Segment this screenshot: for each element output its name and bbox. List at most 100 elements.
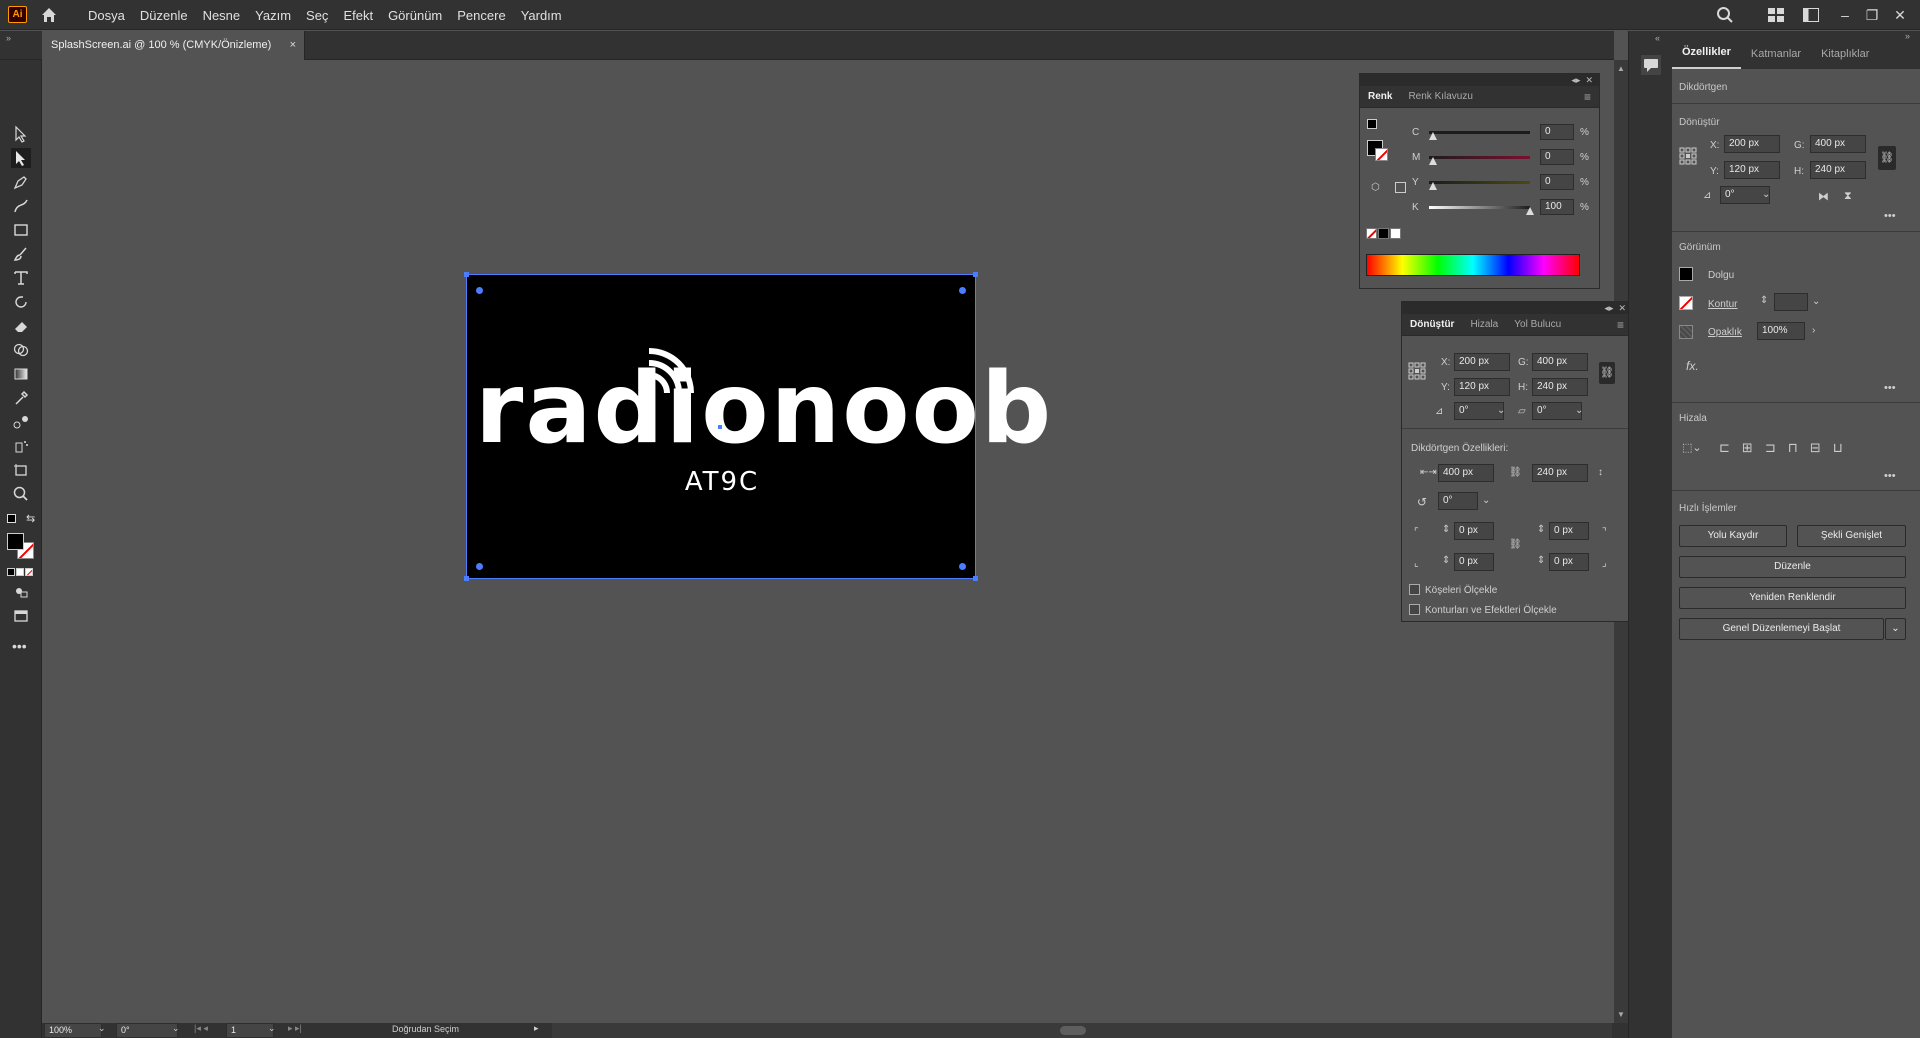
width-input[interactable]: 400 px [1532, 353, 1588, 371]
align-left-icon[interactable]: ⊏ [1719, 440, 1730, 456]
yellow-input[interactable]: 0 [1540, 174, 1574, 190]
properties-reference-point-icon[interactable] [1679, 147, 1697, 165]
search-icon[interactable] [1716, 6, 1734, 24]
anchor-point[interactable] [973, 576, 978, 581]
direct-selection-tool-icon[interactable] [11, 148, 31, 168]
stroke-weight-input[interactable] [1774, 293, 1808, 311]
artboard-number-input[interactable]: 1 [226, 1023, 274, 1038]
next-artboard-icon[interactable]: ▸ ▸| [288, 1023, 302, 1034]
global-edit-dropdown-icon[interactable]: ⌄ [1885, 618, 1906, 640]
scroll-thumb[interactable] [1060, 1026, 1086, 1035]
tab-hizala[interactable]: Hizala [1462, 319, 1506, 330]
y-input[interactable]: 120 px [1454, 378, 1510, 396]
artboard-dropdown-icon[interactable]: ⌄ [268, 1023, 276, 1034]
align-to-dropdown-icon[interactable]: ⬚⌄ [1682, 441, 1702, 454]
prop-constrain-icon[interactable]: ⛓ [1878, 146, 1896, 170]
menu-item-efekt[interactable]: Efekt [343, 8, 373, 23]
comments-icon[interactable] [1641, 55, 1661, 75]
align-right-icon[interactable]: ⊐ [1765, 440, 1776, 456]
offset-path-button[interactable]: Yolu Kaydır [1679, 525, 1787, 547]
gradient-tool-icon[interactable] [11, 364, 31, 384]
swap-colors-icon[interactable]: ⇆ [26, 512, 35, 525]
link-rect-dimensions-icon[interactable]: ⛓ [1509, 467, 1522, 478]
minimize-icon[interactable]: – [1835, 5, 1855, 25]
corner-widget[interactable] [959, 563, 966, 570]
corner-stepper-icon[interactable]: ⇕ [1537, 524, 1545, 535]
angle-dropdown-icon[interactable]: ⌄ [1497, 405, 1505, 416]
prop-width-input[interactable]: 400 px [1810, 135, 1866, 153]
slider-k[interactable] [1429, 206, 1530, 209]
rectangle-tool-icon[interactable] [11, 220, 31, 240]
shear-dropdown-icon[interactable]: ⌄ [1575, 405, 1583, 416]
corner-widget[interactable] [476, 287, 483, 294]
align-hcenter-icon[interactable]: ⊞ [1742, 440, 1753, 456]
close-window-icon[interactable]: ✕ [1890, 5, 1910, 25]
panel-menu-icon[interactable]: ≡ [1576, 90, 1599, 104]
align-vcenter-icon[interactable]: ⊟ [1810, 440, 1821, 456]
document-tab[interactable]: SplashScreen.ai @ 100 % (CMYK/Önizleme) … [42, 31, 305, 60]
tab-renk[interactable]: Renk [1360, 91, 1400, 102]
stroke-weight-stepper-icon[interactable]: ⇕ [1760, 295, 1768, 306]
pen-tool-icon[interactable] [11, 172, 31, 192]
magenta-input[interactable]: 0 [1540, 149, 1574, 165]
none-swatch[interactable] [1366, 228, 1377, 239]
flip-horizontal-icon[interactable]: ⧓ [1818, 190, 1829, 203]
fill-swatch[interactable] [7, 533, 24, 550]
restore-icon[interactable]: ❐ [1862, 5, 1882, 25]
scale-strokes-checkbox[interactable] [1409, 604, 1420, 615]
expand-shape-button[interactable]: Şekli Genişlet [1797, 525, 1906, 547]
scroll-down-icon[interactable]: ▼ [1617, 1010, 1625, 1019]
reference-point-icon[interactable] [1408, 362, 1426, 380]
slider-c[interactable] [1429, 131, 1530, 134]
tab-donustur[interactable]: Dönüştür [1402, 319, 1462, 330]
transform-panel-collapse-icon[interactable]: ◂▸ ✕ [1402, 302, 1632, 314]
constrain-proportions-icon[interactable]: ⛓ [1599, 362, 1615, 384]
gradient-mode-icon[interactable] [16, 568, 24, 576]
recolor-button[interactable]: Yeniden Renklendir [1679, 587, 1906, 609]
corner-radius-tl[interactable]: 0 px [1454, 522, 1494, 540]
opacity-label[interactable]: Opaklık [1708, 327, 1742, 338]
stroke-color-swatch[interactable] [1679, 296, 1693, 310]
corner-stepper-icon[interactable]: ⇕ [1442, 555, 1450, 566]
zoom-input[interactable]: 100% [44, 1023, 102, 1038]
zoom-dropdown-icon[interactable]: ⌄ [98, 1023, 106, 1034]
prop-x-input[interactable]: 200 px [1724, 135, 1780, 153]
more-appearance-options-icon[interactable]: ••• [1884, 382, 1896, 394]
align-top-icon[interactable]: ⊓ [1788, 440, 1798, 456]
tab-kitapliklar[interactable]: Kitaplıklar [1811, 48, 1879, 69]
home-icon[interactable] [40, 6, 58, 24]
shape-builder-tool-icon[interactable] [11, 340, 31, 360]
height-input[interactable]: 240 px [1532, 378, 1588, 396]
draw-mode-icon[interactable] [11, 582, 31, 602]
menu-item-duzenle[interactable]: Düzenle [140, 8, 188, 23]
rect-angle-input[interactable]: 0° [1438, 492, 1478, 510]
corner-radius-br[interactable]: 0 px [1549, 553, 1589, 571]
panel-collapse-icon[interactable]: ◂▸ ✕ [1360, 74, 1599, 86]
corner-widget[interactable] [959, 287, 966, 294]
symbol-sprayer-tool-icon[interactable] [11, 436, 31, 456]
collapse-properties-icon[interactable]: » [1905, 31, 1910, 41]
menu-item-dosya[interactable]: Dosya [88, 8, 125, 23]
black-input[interactable]: 100 [1540, 199, 1574, 215]
menu-item-sec[interactable]: Seç [306, 8, 328, 23]
status-menu-icon[interactable]: ▸ [534, 1023, 539, 1034]
none-mode-icon[interactable] [25, 568, 33, 576]
corner-stepper-icon[interactable]: ⇕ [1537, 555, 1545, 566]
zoom-tool-icon[interactable] [11, 484, 31, 504]
paintbrush-tool-icon[interactable] [11, 244, 31, 264]
opacity-input[interactable]: 100% [1757, 322, 1805, 340]
black-swatch[interactable] [1378, 228, 1389, 239]
rect-angle-dropdown-icon[interactable]: ⌄ [1482, 495, 1490, 506]
menu-item-nesne[interactable]: Nesne [203, 8, 241, 23]
slider-m[interactable] [1429, 156, 1530, 159]
slider-y[interactable] [1429, 181, 1530, 184]
collapse-toolbar-icon[interactable]: » [6, 33, 11, 43]
default-colors-icon[interactable] [7, 514, 16, 523]
scale-corners-checkbox[interactable] [1409, 584, 1420, 595]
artboard-tool-icon[interactable] [11, 460, 31, 480]
more-transform-options-icon[interactable]: ••• [1884, 210, 1896, 222]
color-spectrum[interactable] [1366, 254, 1580, 276]
menu-item-gorunum[interactable]: Görünüm [388, 8, 442, 23]
corner-widget[interactable] [476, 563, 483, 570]
curvature-tool-icon[interactable] [11, 196, 31, 216]
